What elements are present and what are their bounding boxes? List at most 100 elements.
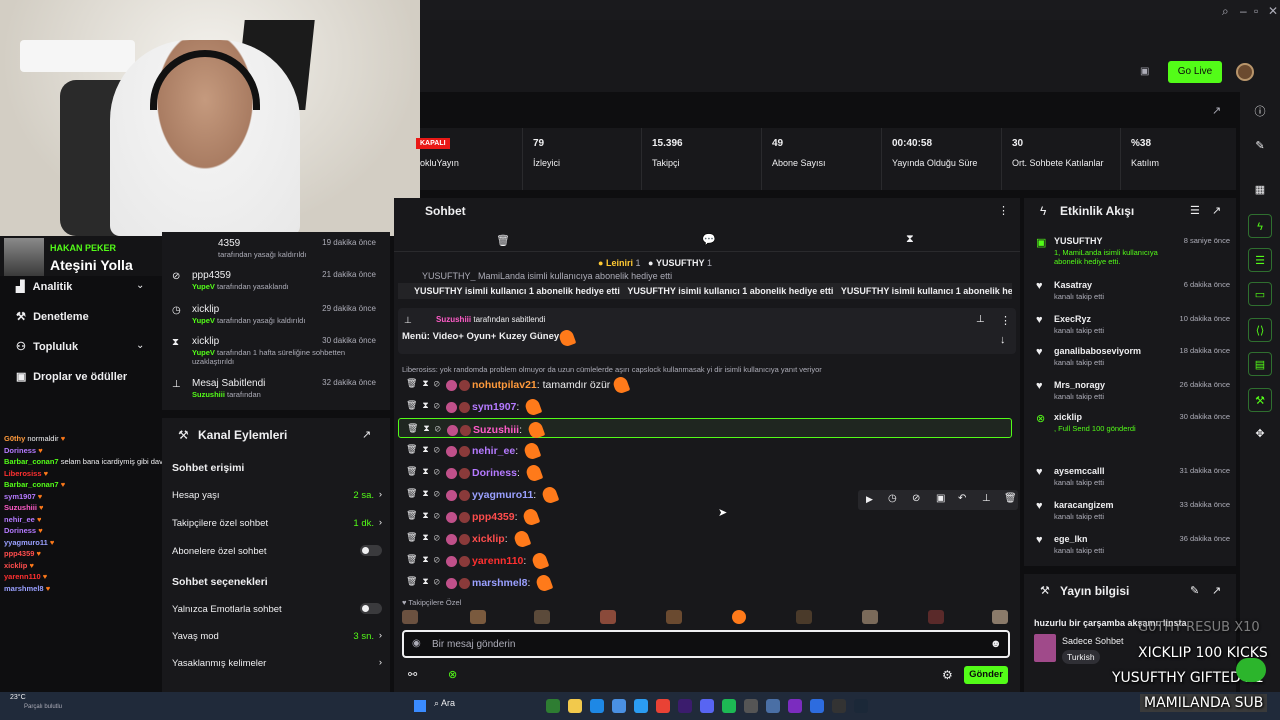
kick-icon[interactable]: ⊗	[448, 668, 457, 681]
chat-message[interactable]: 🗑⧗⊘ xicklip:	[398, 528, 1012, 549]
gear-icon[interactable]: ⚙	[942, 668, 953, 682]
chat-username[interactable]: yyagmuro11	[472, 489, 533, 501]
message-actions[interactable]: 🗑⧗⊘	[407, 423, 446, 434]
feed-username[interactable]: YUSUFTHY	[1054, 236, 1103, 246]
chat-username[interactable]: xicklip	[472, 533, 505, 545]
chat-message[interactable]: 🗑⧗⊘ marshmel8:	[398, 572, 1012, 593]
expand-icon[interactable]: ↗	[1212, 204, 1221, 217]
reply-icon[interactable]: ↶	[958, 493, 966, 504]
expand-icon[interactable]: ↗	[1212, 104, 1221, 117]
grid-icon[interactable]: ▦	[1248, 178, 1272, 202]
edge-icon[interactable]	[634, 699, 648, 713]
clock-icon[interactable]: ◷	[888, 493, 897, 504]
more-icon[interactable]: ⋮	[998, 204, 1009, 217]
search-icon[interactable]: ⌕	[1222, 4, 1229, 19]
feed-username[interactable]: ege_lkn	[1054, 534, 1088, 544]
premiere-icon[interactable]	[678, 699, 692, 713]
slow-mode-row[interactable]: Yavaş mod 3 sn. ›	[172, 630, 382, 642]
chat-message[interactable]: 🗑⧗⊘ Suzushiii:	[398, 418, 1012, 440]
pin-icon[interactable]: ⊥	[976, 314, 985, 325]
pencil-icon[interactable]: ✎	[1248, 134, 1272, 158]
obs-icon[interactable]	[832, 699, 846, 713]
expand-icon[interactable]: ↗	[362, 428, 371, 441]
emotes-only-toggle[interactable]	[360, 603, 382, 614]
chat-username[interactable]: nohutpilav21	[472, 379, 537, 391]
xbox-icon[interactable]	[546, 699, 560, 713]
chat-username[interactable]: nehir_ee	[472, 445, 515, 457]
chevron-down-icon[interactable]: ⌄	[136, 280, 144, 291]
message-actions[interactable]: 🗑⧗⊘	[406, 554, 445, 565]
mail-icon[interactable]	[612, 699, 626, 713]
more-icon[interactable]: ⋮	[1000, 314, 1011, 327]
chat-username[interactable]: marshmel8	[472, 577, 527, 589]
message-actions[interactable]: 🗑⧗⊘	[406, 378, 445, 389]
chat-username[interactable]: Suzushiii	[473, 424, 519, 436]
message-actions[interactable]: 🗑⧗⊘	[406, 444, 445, 455]
taskbar-search[interactable]: ⌕ Ara	[434, 698, 455, 709]
play-icon[interactable]: ▶	[866, 494, 873, 505]
steam-icon[interactable]	[854, 699, 868, 713]
sidebar-item-denetleme[interactable]: ⚒ Denetleme	[16, 310, 89, 323]
copy-icon[interactable]: ▣	[936, 493, 945, 504]
tag-badge[interactable]: Turkish	[1062, 650, 1100, 664]
link-icon[interactable]: ⚯	[408, 668, 417, 681]
app-icon[interactable]	[744, 699, 758, 713]
bolt-icon[interactable]: ϟ	[1248, 214, 1272, 238]
maximize-icon[interactable]: ▫	[1254, 4, 1258, 18]
chat-username[interactable]: ppp4359	[472, 511, 515, 523]
feed-username[interactable]: ExecRyz	[1054, 314, 1091, 324]
folder-icon[interactable]	[568, 699, 582, 713]
code-icon[interactable]: ⟨⟩	[1248, 318, 1272, 342]
trash-icon[interactable]: 🗑	[496, 234, 510, 247]
hourglass-icon[interactable]: ⧗	[906, 233, 914, 246]
minimize-icon[interactable]: –	[1240, 4, 1247, 18]
send-button[interactable]: Gönder	[964, 666, 1008, 684]
puzzle-icon[interactable]: ✥	[1248, 422, 1272, 446]
feed-username[interactable]: Kasatray	[1054, 280, 1092, 290]
message-actions[interactable]: 🗑⧗⊘	[406, 400, 445, 411]
feed-username[interactable]: xicklip	[1054, 412, 1082, 422]
feed-username[interactable]: ganalibaboseviyorm	[1054, 346, 1141, 356]
chevron-down-icon[interactable]: ↓	[1000, 334, 1006, 346]
windows-icon[interactable]	[414, 700, 426, 712]
chat-username[interactable]: yarenn110	[472, 555, 523, 567]
chat-username[interactable]: sym1907	[472, 401, 516, 413]
pencil-icon[interactable]: ✎	[1190, 584, 1199, 597]
server-icon[interactable]: ▤	[1248, 352, 1272, 376]
chevron-down-icon[interactable]: ⌄	[136, 340, 144, 351]
message-input[interactable]: ◉ Bir mesaj gönderin ☻	[402, 630, 1010, 658]
spotify-icon[interactable]	[722, 699, 736, 713]
chat-icon[interactable]: ▭	[1248, 282, 1272, 306]
emoji-icon[interactable]: ☻	[990, 638, 1002, 650]
info-icon[interactable]: ⓘ	[1248, 100, 1272, 124]
subs-only-toggle[interactable]	[360, 545, 382, 556]
avatar[interactable]	[1236, 63, 1254, 81]
message-actions[interactable]: 🗑⧗⊘	[406, 576, 445, 587]
chat-message[interactable]: 🗑⧗⊘ nehir_ee:	[398, 440, 1012, 461]
trash-icon[interactable]: 🗑	[1004, 493, 1017, 504]
feed-username[interactable]: karacangizem	[1054, 500, 1114, 510]
feed-username[interactable]: aysemccalll	[1054, 466, 1105, 476]
message-actions[interactable]: 🗑⧗⊘	[406, 488, 445, 499]
chat-message[interactable]: 🗑⧗⊘ Doriness:	[398, 462, 1012, 483]
close-icon[interactable]: ✕	[1268, 4, 1278, 18]
chat-message[interactable]: 🗑⧗⊘ yarenn110:	[398, 550, 1012, 571]
app-icon[interactable]	[810, 699, 824, 713]
discord-icon[interactable]	[700, 699, 714, 713]
app-icon[interactable]	[766, 699, 780, 713]
mute-icon[interactable]: ⊘	[912, 493, 920, 504]
store-icon[interactable]	[590, 699, 604, 713]
followers-only-row[interactable]: Takipçilere özel sohbet 1 dk. ›	[172, 517, 382, 529]
message-actions[interactable]: 🗑⧗⊘	[406, 466, 445, 477]
list-icon[interactable]: ☰	[1248, 248, 1272, 272]
filter-icon[interactable]: ☰	[1190, 204, 1200, 217]
chat-bubble-icon[interactable]: 💬	[702, 233, 716, 246]
message-actions[interactable]: 🗑⧗⊘	[406, 532, 445, 543]
chrome-icon[interactable]	[656, 699, 670, 713]
wrench-icon[interactable]: ⚒	[1248, 388, 1272, 412]
pin-icon[interactable]: ⊥	[982, 493, 991, 504]
sidebar-item-topluluk[interactable]: ⚇ Topluluk	[16, 340, 78, 353]
banned-words-row[interactable]: Yasaklanmış kelimeler ›	[172, 657, 382, 669]
account-age-row[interactable]: Hesap yaşı 2 sa. ›	[172, 489, 382, 501]
expand-icon[interactable]: ↗	[1212, 584, 1221, 597]
